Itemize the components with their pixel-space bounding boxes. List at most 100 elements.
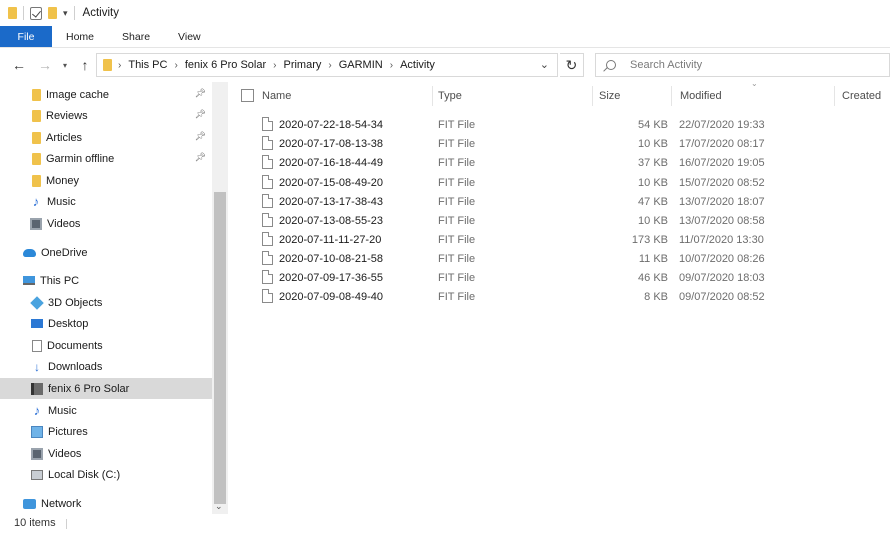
- sidebar-item-this-pc[interactable]: This PC: [0, 270, 212, 291]
- table-row[interactable]: 2020-07-16-18-44-49 FIT File 37 KB 16/07…: [230, 153, 890, 172]
- table-row[interactable]: 2020-07-22-18-54-34 FIT File 54 KB 22/07…: [230, 115, 890, 134]
- column-name[interactable]: Name: [254, 82, 432, 110]
- sidebar-item-videos[interactable]: Videos: [0, 213, 212, 234]
- breadcrumb-activity[interactable]: Activity: [400, 59, 435, 71]
- tab-file[interactable]: File: [0, 26, 52, 47]
- pin-icon: 📌︎: [194, 109, 206, 119]
- file-name: 2020-07-09-17-36-55: [279, 271, 383, 284]
- breadcrumb-this-pc[interactable]: This PC: [128, 59, 167, 71]
- back-arrow-icon[interactable]: ←: [8, 54, 30, 76]
- file-icon: [262, 194, 273, 208]
- folder-icon: [8, 7, 17, 19]
- folder-icon: [103, 59, 112, 71]
- file-name: 2020-07-11-11-27-20: [279, 233, 382, 246]
- sidebar-item-label: Garmin offline: [46, 152, 115, 165]
- table-row[interactable]: 2020-07-10-08-21-58 FIT File 11 KB 10/07…: [230, 249, 890, 268]
- chevron-right-icon[interactable]: ›: [328, 60, 331, 71]
- chevron-down-icon[interactable]: ⌄: [540, 58, 549, 71]
- breadcrumb-device[interactable]: fenix 6 Pro Solar: [185, 59, 266, 71]
- file-modified: 09/07/2020 18:03: [679, 271, 765, 284]
- table-row[interactable]: 2020-07-09-08-49-40 FIT File 8 KB 09/07/…: [230, 287, 890, 306]
- tab-home[interactable]: Home: [52, 26, 108, 47]
- file-name: 2020-07-15-08-49-20: [279, 176, 383, 189]
- file-modified: 16/07/2020 19:05: [679, 156, 765, 169]
- search-input[interactable]: [630, 59, 870, 71]
- videos-icon: [30, 217, 42, 230]
- up-arrow-icon[interactable]: ↑: [74, 54, 96, 76]
- address-bar[interactable]: › This PC › fenix 6 Pro Solar › Primary …: [96, 53, 558, 77]
- pin-icon: 📌︎: [194, 152, 206, 162]
- sidebar-item-garmin-offline[interactable]: Garmin offline 📌︎: [0, 148, 212, 169]
- column-type[interactable]: Type: [430, 82, 590, 110]
- sidebar-item-videos-pc[interactable]: Videos: [0, 443, 212, 464]
- file-modified: 11/07/2020 13:30: [679, 233, 764, 246]
- sidebar-item-pictures[interactable]: Pictures: [0, 421, 212, 442]
- sidebar-item-documents[interactable]: Documents: [0, 335, 212, 356]
- sidebar-item-articles[interactable]: Articles 📌︎: [0, 127, 212, 148]
- new-folder-icon[interactable]: [48, 7, 57, 19]
- file-type: FIT File: [438, 252, 476, 265]
- table-row[interactable]: 2020-07-13-08-55-23 FIT File 10 KB 13/07…: [230, 211, 890, 230]
- sidebar-item-label: Downloads: [48, 360, 103, 373]
- recent-locations-icon[interactable]: ▾: [58, 54, 72, 76]
- file-type: FIT File: [438, 271, 476, 284]
- sidebar-item-onedrive[interactable]: OneDrive: [0, 242, 212, 263]
- column-size[interactable]: Size: [591, 82, 671, 110]
- pin-icon: 📌︎: [194, 88, 206, 98]
- tab-share[interactable]: Share: [108, 26, 164, 47]
- sidebar-item-label: Articles: [46, 131, 83, 144]
- refresh-button[interactable]: ↻: [560, 53, 584, 77]
- customize-toolbar-icon[interactable]: ▾: [63, 8, 68, 19]
- file-size: 37 KB: [638, 156, 668, 169]
- sidebar-item-music[interactable]: ♪ Music: [0, 191, 212, 212]
- sidebar-item-music-pc[interactable]: ♪ Music: [0, 400, 212, 421]
- chevron-right-icon[interactable]: ›: [273, 60, 276, 71]
- sidebar-item-3d-objects[interactable]: 3D Objects: [0, 292, 212, 313]
- sidebar-item-network[interactable]: Network: [0, 493, 212, 514]
- forward-arrow-icon[interactable]: →: [34, 54, 56, 76]
- file-icon: [262, 213, 273, 227]
- sidebar-item-local-disk[interactable]: Local Disk (C:): [0, 464, 212, 485]
- table-row[interactable]: 2020-07-11-11-27-20 FIT File 173 KB 11/0…: [230, 230, 890, 249]
- folder-icon: [32, 174, 41, 187]
- breadcrumb-garmin[interactable]: GARMIN: [339, 59, 383, 71]
- column-created[interactable]: Created: [834, 82, 890, 110]
- select-all-checkbox[interactable]: [241, 89, 254, 102]
- sidebar-scrollbar[interactable]: ⌄: [212, 82, 228, 514]
- scrollbar-thumb[interactable]: [214, 192, 226, 504]
- breadcrumb-primary[interactable]: Primary: [283, 59, 321, 71]
- documents-icon: [32, 339, 42, 352]
- folder-icon: [32, 109, 41, 122]
- file-icon: [262, 289, 273, 303]
- table-row[interactable]: 2020-07-15-08-49-20 FIT File 10 KB 15/07…: [230, 173, 890, 192]
- sidebar-item-image-cache[interactable]: Image cache 📌︎: [0, 84, 212, 105]
- sidebar-item-downloads[interactable]: ↓ Downloads: [0, 356, 212, 377]
- table-row[interactable]: 2020-07-17-08-13-38 FIT File 10 KB 17/07…: [230, 134, 890, 153]
- sidebar-item-money[interactable]: Money: [0, 170, 212, 191]
- search-icon: [606, 60, 616, 70]
- folder-icon: [32, 88, 41, 101]
- search-box[interactable]: [595, 53, 890, 77]
- chevron-right-icon[interactable]: ›: [118, 60, 121, 71]
- music-icon: ♪: [33, 402, 41, 418]
- table-row[interactable]: 2020-07-09-17-36-55 FIT File 46 KB 09/07…: [230, 268, 890, 287]
- file-icon: [262, 175, 273, 189]
- sidebar-item-desktop[interactable]: Desktop: [0, 313, 212, 334]
- sort-indicator-icon: ⌄: [751, 79, 758, 88]
- videos-icon: [31, 447, 43, 460]
- refresh-icon: ↻: [565, 56, 578, 73]
- file-size: 173 KB: [631, 233, 668, 246]
- properties-icon[interactable]: [30, 6, 42, 20]
- tab-view[interactable]: View: [164, 26, 215, 47]
- sidebar-item-reviews[interactable]: Reviews 📌︎: [0, 105, 212, 126]
- navigation-pane: Image cache 📌︎ Reviews 📌︎ Articles 📌︎ Ga…: [0, 82, 228, 514]
- pin-icon: 📌︎: [194, 131, 206, 141]
- chevron-right-icon[interactable]: ›: [390, 60, 393, 71]
- chevron-down-icon[interactable]: ⌄: [215, 501, 223, 512]
- table-row[interactable]: 2020-07-13-17-38-43 FIT File 47 KB 13/07…: [230, 192, 890, 211]
- file-type: FIT File: [438, 137, 476, 150]
- file-icon: [262, 270, 273, 284]
- sidebar-item-label: Music: [48, 404, 77, 417]
- chevron-right-icon[interactable]: ›: [174, 60, 177, 71]
- sidebar-item-fenix-6-pro-solar[interactable]: fenix 6 Pro Solar: [0, 378, 212, 399]
